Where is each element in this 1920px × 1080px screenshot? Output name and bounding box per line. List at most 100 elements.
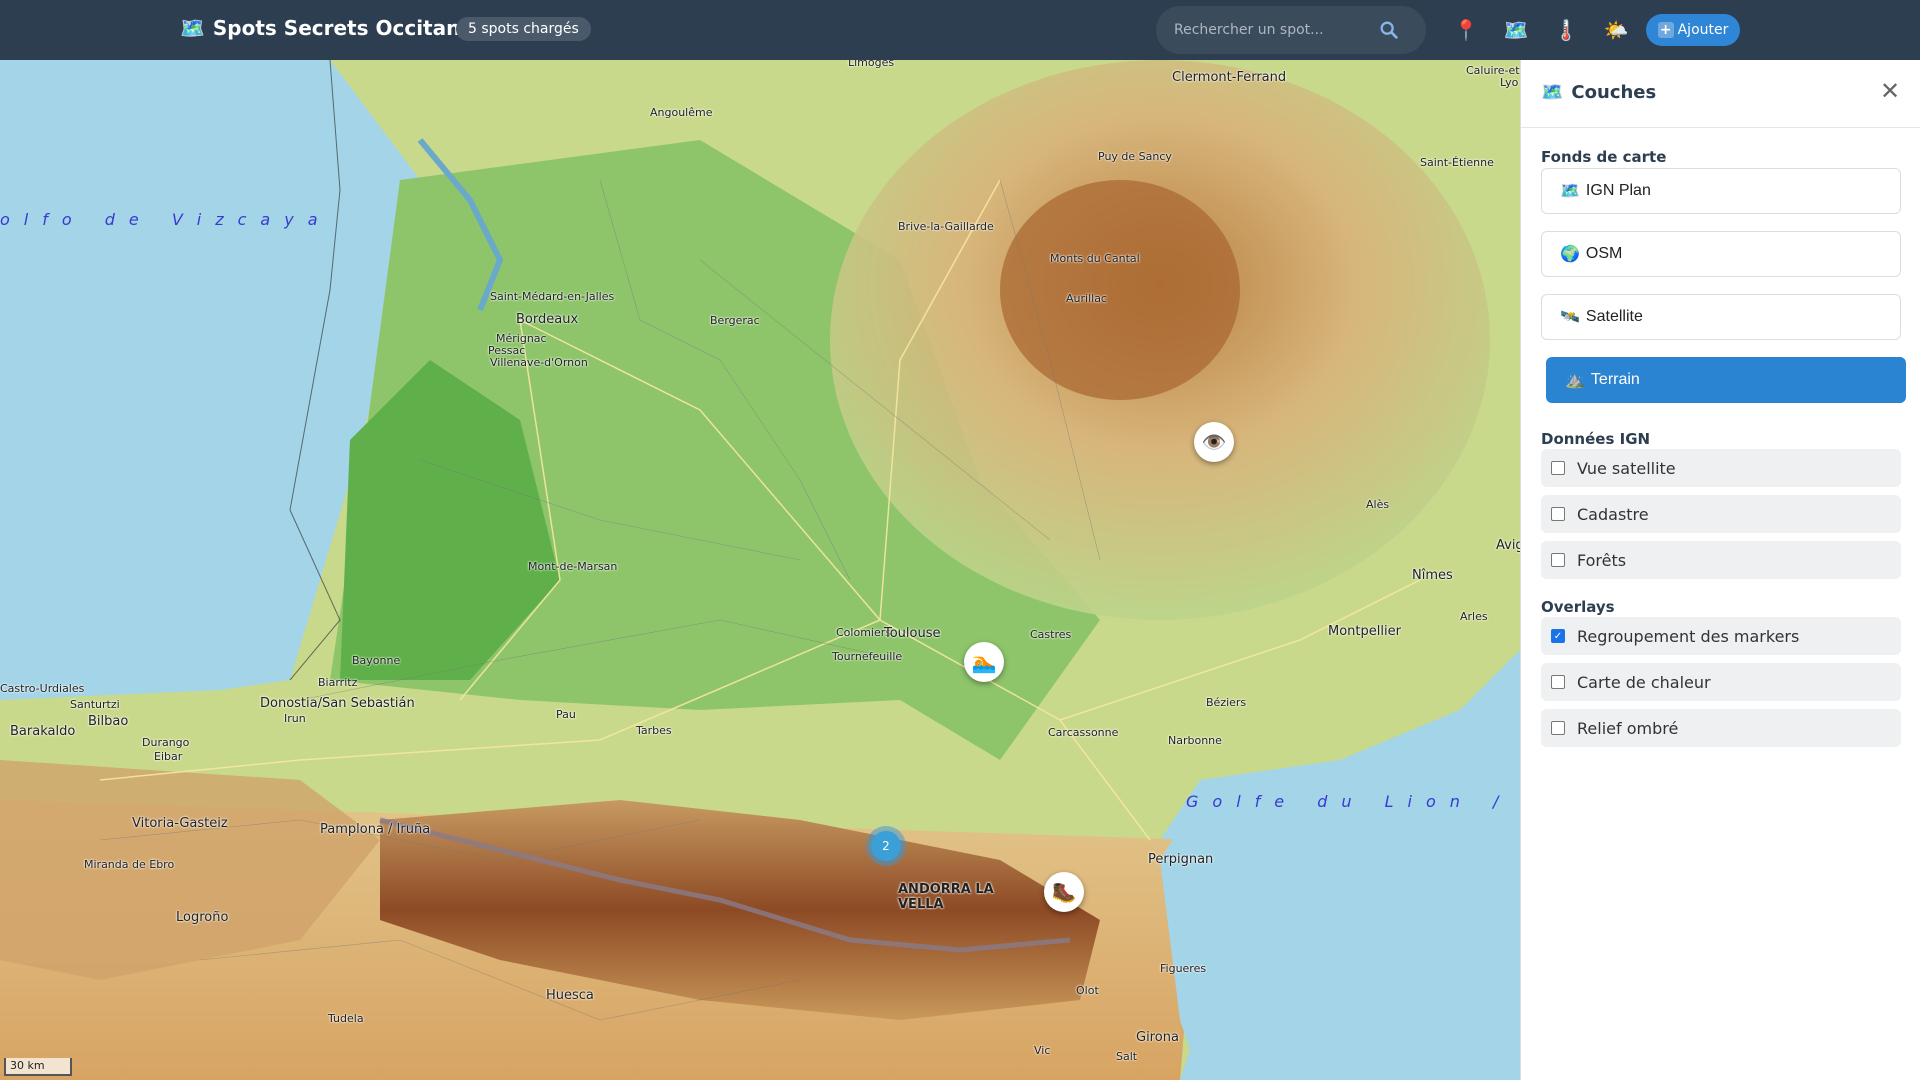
place-label: Tournefeuille [832, 650, 903, 663]
place-label: Toulouse [884, 626, 941, 641]
app-brand[interactable]: 🗺️ Spots Secrets Occitanie [180, 16, 481, 40]
basemap-label: OSM [1585, 245, 1623, 262]
option-label: Regroupement des markers [1577, 626, 1800, 646]
place-label: Aurillac [1066, 292, 1107, 305]
globe-icon: 🌍 [1560, 246, 1580, 263]
place-label: Saint-Médard-en-Jalles [490, 290, 615, 303]
place-label: Brive-la-Gaillarde [898, 220, 994, 233]
checkbox[interactable] [1551, 553, 1565, 567]
basemap-label: Terrain [1590, 371, 1640, 388]
search-box [1156, 6, 1426, 54]
search-input[interactable] [1174, 6, 1374, 54]
place-label: Durango [142, 736, 190, 749]
option-label: Carte de chaleur [1577, 672, 1711, 692]
place-label: Logroño [176, 910, 229, 925]
place-label: Figueres [1160, 962, 1207, 975]
layers-panel: 🗺️ Couches ✕ Fonds de carte 🗺️ IGN Plan … [1520, 60, 1920, 1080]
panel-title-label: Couches [1571, 82, 1657, 103]
place-label: Barakaldo [10, 724, 76, 739]
basemap-ign-plan-button[interactable]: 🗺️ IGN Plan [1541, 168, 1901, 214]
overlay-clustering-option[interactable]: ✓ Regroupement des markers [1541, 617, 1901, 655]
map-scale: 30 km [4, 1058, 72, 1076]
map-icon: 🗺️ [1541, 82, 1564, 103]
place-label: Nîmes [1412, 568, 1453, 583]
search-icon[interactable] [1378, 19, 1400, 41]
place-label: Puy de Sancy [1098, 150, 1172, 163]
place-label: Narbonne [1168, 734, 1222, 747]
place-label: Monts du Cantal [1050, 252, 1140, 265]
place-label: Clermont-Ferrand [1172, 70, 1287, 85]
place-label: Saint-Étienne [1420, 156, 1494, 169]
basemap-label: IGN Plan [1585, 182, 1651, 199]
place-label: Lyo [1500, 76, 1519, 89]
section-title-basemaps: Fonds de carte [1541, 148, 1667, 166]
cluster-count: 2 [871, 831, 901, 861]
place-label: Pamplona / Iruña [320, 822, 431, 837]
map-icon: 🗺️ [180, 16, 205, 40]
place-label: Salt [1116, 1050, 1138, 1063]
place-label: Montpellier [1328, 624, 1401, 639]
plus-icon: + [1657, 22, 1674, 38]
hiking-boot-marker[interactable]: 🥾 [1044, 872, 1084, 912]
panel-header: 🗺️ Couches ✕ [1521, 60, 1920, 128]
place-label: Alès [1366, 498, 1390, 511]
layers-map-icon[interactable]: 🗺️ [1502, 16, 1530, 44]
section-title-overlays: Overlays [1541, 598, 1615, 616]
overlay-hillshade-option[interactable]: Relief ombré [1541, 709, 1901, 747]
mountain-icon: ⛰️ [1565, 372, 1585, 389]
checkbox[interactable] [1551, 721, 1565, 735]
place-label: Colomiers [836, 626, 891, 639]
place-label: Mont-de-Marsan [528, 560, 618, 573]
place-label: Perpignan [1148, 852, 1214, 867]
place-label: Avig [1496, 538, 1520, 553]
basemap-osm-button[interactable]: 🌍 OSM [1541, 231, 1901, 277]
ign-layer-satellite-option[interactable]: Vue satellite [1541, 449, 1901, 487]
location-pin-icon[interactable]: 📍 [1452, 16, 1480, 44]
ign-layer-cadastre-option[interactable]: Cadastre [1541, 495, 1901, 533]
place-label: Bordeaux [516, 312, 579, 327]
place-label: Vitoria-Gasteiz [132, 816, 228, 831]
place-label: Biarritz [318, 676, 358, 689]
place-label: Bergerac [710, 314, 760, 327]
sea-label-bay-of-biscay: olfo de Vizcaya [0, 210, 332, 229]
overlay-heatmap-option[interactable]: Carte de chaleur [1541, 663, 1901, 701]
map-canvas[interactable]: olfo de Vizcaya Golfe du Lion / Golfo d … [0, 60, 1520, 1080]
place-label: Huesca [546, 988, 594, 1003]
close-icon[interactable]: ✕ [1877, 77, 1903, 105]
marker-cluster[interactable]: 2 [866, 826, 906, 866]
checkbox[interactable] [1551, 675, 1565, 689]
basemap-satellite-button[interactable]: 🛰️ Satellite [1541, 294, 1901, 340]
place-label: ANDORRA LA VELLA [898, 882, 994, 912]
add-spot-button[interactable]: + Ajouter [1646, 14, 1740, 46]
checkbox[interactable] [1551, 461, 1565, 475]
swimming-marker[interactable]: 🏊 [964, 642, 1004, 682]
place-label: Eibar [154, 750, 183, 763]
place-label: Bayonne [352, 654, 401, 667]
eye-icon: 👁️ [1201, 430, 1227, 454]
spots-count-badge: 5 spots chargés [456, 17, 591, 41]
place-label: Limoges [848, 60, 895, 69]
map-icon: 🗺️ [1560, 183, 1580, 200]
swimmer-icon: 🏊 [971, 650, 997, 674]
place-label: Castres [1030, 628, 1072, 641]
place-label: Tudela [328, 1012, 364, 1025]
place-label: Béziers [1206, 696, 1247, 709]
option-label: Vue satellite [1577, 458, 1676, 478]
place-label: Bilbao [88, 714, 129, 729]
viewpoint-marker[interactable]: 👁️ [1194, 422, 1234, 462]
add-spot-label: Ajouter [1677, 22, 1729, 38]
option-label: Relief ombré [1577, 718, 1679, 738]
thermometer-icon[interactable]: 🌡️ [1552, 16, 1580, 44]
place-label: Castro-Urdiales [0, 682, 85, 695]
weather-icon[interactable]: 🌤️ [1602, 16, 1630, 44]
place-label: Olot [1076, 984, 1099, 997]
checkbox-checked[interactable]: ✓ [1551, 629, 1565, 643]
boot-icon: 🥾 [1051, 880, 1077, 904]
option-label: Cadastre [1577, 504, 1649, 524]
place-label: Carcassonne [1048, 726, 1119, 739]
checkbox[interactable] [1551, 507, 1565, 521]
ign-layer-forests-option[interactable]: Forêts [1541, 541, 1901, 579]
satellite-icon: 🛰️ [1560, 309, 1580, 326]
place-label: Arles [1460, 610, 1488, 623]
basemap-terrain-button[interactable]: ⛰️ Terrain [1546, 357, 1906, 403]
